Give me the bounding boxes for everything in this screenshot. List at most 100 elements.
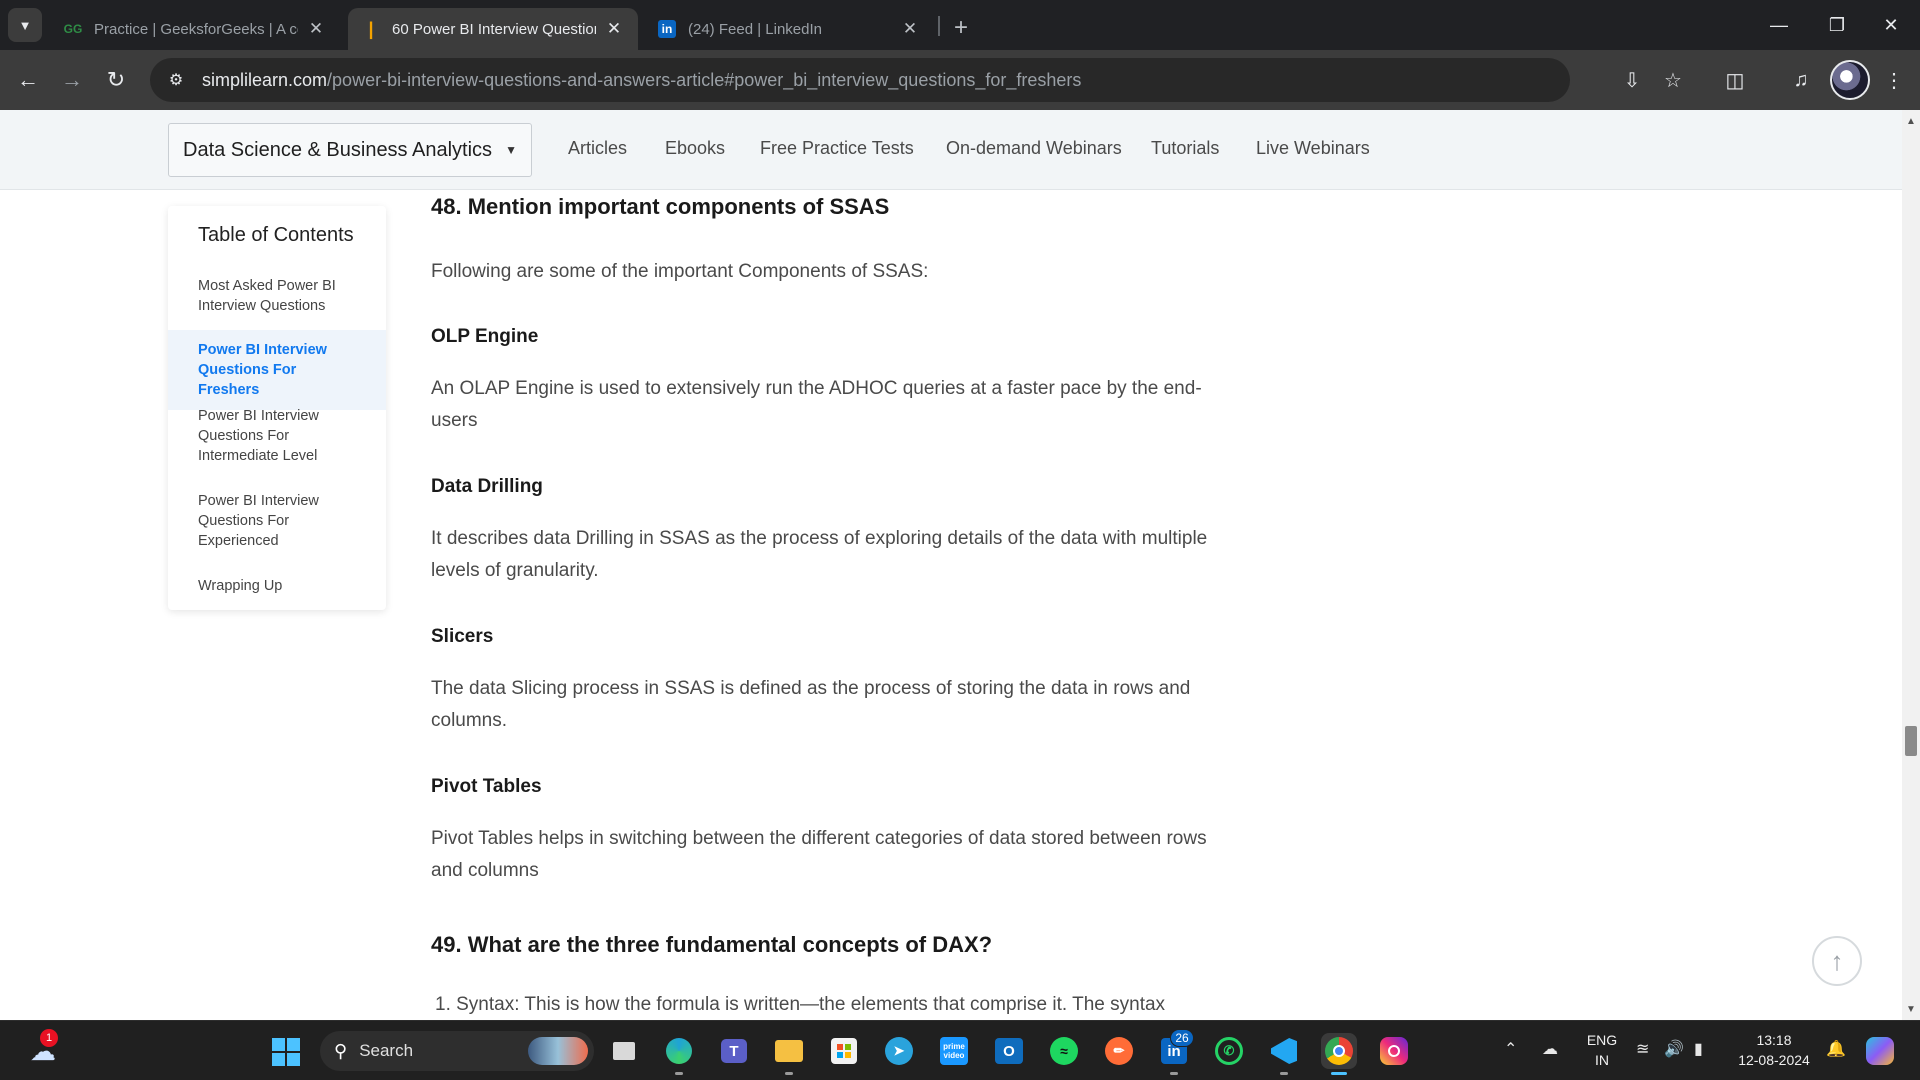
menu-kebab-icon[interactable]: ⋮ — [1876, 62, 1912, 98]
task-view-icon[interactable] — [606, 1033, 642, 1069]
scroll-up-arrow-icon[interactable]: ▲ — [1902, 112, 1920, 130]
toc-item-most-asked[interactable]: Most Asked Power BI Interview Questions — [168, 276, 386, 316]
notification-bell-icon[interactable]: 🔔 — [1826, 1039, 1846, 1059]
linkedin-favicon-icon: in — [658, 20, 676, 38]
section-heading-data-drilling: Data Drilling — [431, 476, 543, 497]
nav-link-tutorials[interactable]: Tutorials — [1151, 138, 1219, 159]
section-text-pivot-tables: Pivot Tables helps in switching between … — [431, 828, 1207, 881]
toc-item-freshers[interactable]: Power BI Interview Questions For Fresher… — [168, 330, 386, 410]
nav-link-free-practice-tests[interactable]: Free Practice Tests — [760, 138, 914, 159]
whatsapp-icon[interactable]: ✆ — [1211, 1033, 1247, 1069]
site-settings-icon[interactable]: ⚙ — [164, 68, 188, 92]
edge-icon[interactable] — [661, 1033, 697, 1075]
wifi-icon[interactable]: ≊ — [1636, 1039, 1649, 1059]
url-path: /power-bi-interview-questions-and-answer… — [327, 69, 1082, 90]
profile-avatar[interactable] — [1830, 60, 1870, 100]
tab-geeksforgeeks[interactable]: GG Practice | GeeksforGeeks | A co ✕ — [50, 8, 340, 50]
browser-tab-bar: ▼ GG Practice | GeeksforGeeks | A co ✕ |… — [0, 0, 1920, 50]
search-icon: ⚲ — [334, 1040, 348, 1061]
windows-taskbar: ☁ 1 ⚲ Search T ➤ prime video O ≈ ✏ in 26 … — [0, 1020, 1920, 1080]
category-dropdown[interactable]: Data Science & Business Analytics ▼ — [168, 123, 532, 177]
nav-link-on-demand-webinars[interactable]: On-demand Webinars — [946, 138, 1122, 159]
copilot-icon[interactable] — [1862, 1033, 1898, 1069]
toc-item-experienced[interactable]: Power BI Interview Questions For Experie… — [168, 491, 386, 551]
spotify-icon[interactable]: ≈ — [1046, 1033, 1082, 1069]
tab-simplilearn[interactable]: | 60 Power BI Interview Question ✕ — [348, 8, 638, 50]
url-text[interactable]: simplilearn.com/power-bi-interview-quest… — [202, 70, 1081, 91]
nav-link-articles[interactable]: Articles — [568, 138, 627, 159]
clock-time: 13:18 — [1756, 1032, 1792, 1048]
extensions-icon[interactable]: ◫ — [1717, 62, 1753, 98]
taskbar-search-box[interactable]: ⚲ Search — [320, 1031, 594, 1071]
caret-down-icon: ▼ — [505, 143, 517, 157]
telegram-icon[interactable]: ➤ — [881, 1033, 917, 1069]
chrome-icon[interactable] — [1321, 1033, 1357, 1075]
teams-icon[interactable]: T — [716, 1033, 752, 1069]
nav-link-live-webinars[interactable]: Live Webinars — [1256, 138, 1370, 159]
question-49-heading: 49. What are the three fundamental conce… — [431, 932, 993, 957]
outlook-icon[interactable]: O — [991, 1033, 1027, 1069]
section-heading-slicers: Slicers — [431, 626, 494, 647]
media-control-icon[interactable]: ♫ — [1783, 62, 1819, 98]
toc-item-wrapping-up[interactable]: Wrapping Up — [168, 576, 386, 596]
install-app-icon[interactable]: ⇩ — [1614, 62, 1650, 98]
question-48-heading: 48. Mention important components of SSAS — [431, 194, 890, 219]
scroll-to-top-button[interactable]: ↑ — [1812, 936, 1862, 986]
close-icon[interactable]: ✕ — [306, 19, 326, 39]
section-heading-pivot-tables: Pivot Tables — [431, 776, 542, 797]
dax-list-item: 1. Syntax: This is how the formula is wr… — [435, 994, 1166, 1015]
toc-item-intermediate[interactable]: Power BI Interview Questions For Interme… — [168, 406, 386, 466]
tab-title: Practice | GeeksforGeeks | A co — [94, 20, 298, 38]
volume-icon[interactable]: 🔊 — [1664, 1039, 1684, 1059]
prime-video-icon[interactable]: prime video — [936, 1033, 972, 1069]
chevron-up-icon[interactable]: ⌃ — [1504, 1039, 1517, 1059]
clock[interactable]: 13:18 12-08-2024 — [1730, 1030, 1818, 1070]
section-heading-olp-engine: OLP Engine — [431, 326, 539, 347]
linkedin-notification-badge: 26 — [1170, 1029, 1194, 1047]
bookmark-star-icon[interactable]: ☆ — [1655, 62, 1691, 98]
geeksforgeeks-favicon-icon: GG — [63, 22, 83, 36]
reload-button[interactable]: ↻ — [98, 62, 134, 98]
onedrive-icon[interactable]: ☁ — [1542, 1039, 1558, 1059]
restore-button[interactable]: ❐ — [1808, 0, 1866, 50]
language-top: ENG — [1586, 1032, 1618, 1048]
tab-title: 60 Power BI Interview Question — [392, 20, 596, 38]
chevron-down-icon: ▼ — [18, 17, 32, 33]
vscode-icon[interactable] — [1266, 1033, 1302, 1075]
close-icon[interactable]: ✕ — [604, 19, 624, 39]
file-explorer-icon[interactable] — [771, 1033, 807, 1075]
battery-icon[interactable]: ▮ — [1694, 1039, 1703, 1059]
windows-start-icon[interactable] — [272, 1038, 300, 1066]
window-close-button[interactable]: ✕ — [1862, 0, 1920, 50]
tab-title: (24) Feed | LinkedIn — [688, 20, 822, 38]
instagram-icon[interactable] — [1376, 1033, 1412, 1069]
microsoft-store-icon[interactable] — [826, 1033, 862, 1069]
tab-search-button[interactable]: ▼ — [8, 8, 42, 42]
category-subnav: Data Science & Business Analytics ▼ Arti… — [0, 110, 1902, 190]
nav-link-ebooks[interactable]: Ebooks — [665, 138, 725, 159]
taskbar-search-label: Search — [359, 1041, 414, 1060]
url-host: simplilearn.com — [202, 69, 328, 90]
minimize-button[interactable]: — — [1750, 0, 1808, 50]
search-highlight-image — [528, 1037, 588, 1065]
close-icon[interactable]: ✕ — [900, 19, 920, 39]
section-text-data-drilling: It describes data Drilling in SSAS as th… — [431, 528, 1208, 581]
language-indicator[interactable]: ENG IN — [1580, 1030, 1624, 1070]
address-bar[interactable]: ⚙ simplilearn.com/power-bi-interview-que… — [150, 58, 1570, 102]
new-tab-button[interactable]: + — [944, 11, 978, 45]
toc-title: Table of Contents — [198, 224, 354, 246]
browser-toolbar: ← → ↻ ⚙ simplilearn.com/power-bi-intervi… — [0, 50, 1920, 110]
table-of-contents: Table of Contents Most Asked Power BI In… — [168, 206, 386, 610]
category-dropdown-label: Data Science & Business Analytics — [183, 138, 493, 161]
page-scrollbar[interactable]: ▲ ▼ — [1902, 110, 1920, 1020]
notification-badge: 1 — [40, 1029, 58, 1047]
tab-linkedin[interactable]: in (24) Feed | LinkedIn ✕ — [644, 8, 934, 50]
scrollbar-thumb[interactable] — [1905, 726, 1917, 756]
section-text-olp-engine: An OLAP Engine is used to extensively ru… — [431, 378, 1202, 431]
forward-button[interactable]: → — [54, 62, 90, 98]
clock-date: 12-08-2024 — [1738, 1052, 1810, 1068]
language-bottom: IN — [1595, 1052, 1609, 1068]
postman-icon[interactable]: ✏ — [1101, 1033, 1137, 1069]
scroll-down-arrow-icon[interactable]: ▼ — [1902, 1000, 1920, 1018]
back-button[interactable]: ← — [10, 62, 46, 98]
